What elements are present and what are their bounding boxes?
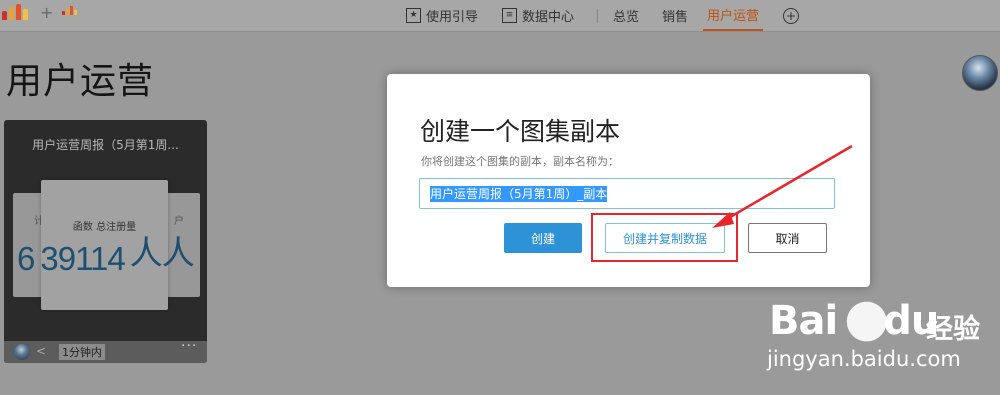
nav-data-center[interactable]: ≡ 数据中心: [502, 0, 574, 31]
document-icon: ≡: [502, 8, 517, 23]
metric-value-main: 39114: [40, 240, 125, 277]
owner-avatar: [14, 344, 30, 360]
watermark-url: jingyan.baidu.com: [767, 347, 961, 371]
page-title: 用户运营: [6, 61, 155, 102]
dialog-title: 创建一个图集副本: [420, 117, 621, 146]
copy-name-value: 用户运营周报（5月第1周）_副本: [430, 186, 608, 202]
widget-label: 函数 总注册量: [72, 222, 137, 233]
top-bar: + ★ 使用引导 ≡ 数据中心 总览 销售 用户运营 +: [0, 0, 1000, 32]
nav-data-center-label: 数据中心: [522, 10, 575, 25]
updated-time: 1分钟内: [59, 344, 105, 360]
tab-user-ops-label: 用户运营: [707, 9, 760, 24]
widget-side-label-right: 户: [174, 216, 184, 227]
add-tab-button[interactable]: +: [783, 0, 799, 31]
plus-icon[interactable]: +: [40, 3, 53, 22]
tab-user-ops[interactable]: 用户运营: [703, 0, 764, 31]
nav-divider: [597, 0, 598, 31]
dialog-description: 你将创建这个图集的副本，副本名称为：: [421, 155, 619, 168]
card-footer: < 1分钟内 ···: [4, 338, 207, 363]
tab-overview-label: 总览: [613, 10, 640, 25]
metric-unit: 人人: [129, 234, 195, 271]
create-button[interactable]: 创建: [504, 223, 582, 253]
metric-value: 6 39114 人人: [17, 232, 195, 280]
tab-sales-label: 销售: [662, 10, 689, 25]
user-avatar[interactable]: [962, 55, 998, 91]
watermark-suffix: 经验: [926, 314, 980, 345]
dashboard-card[interactable]: 用户运营周报（5月第1周... 计 户 函数 总注册量 6 39114 人人 < 1…: [4, 120, 207, 363]
tab-overview[interactable]: 总览: [613, 0, 639, 31]
tab-sales[interactable]: 销售: [662, 0, 688, 31]
card-title: 用户运营周报（5月第1周...: [32, 138, 179, 152]
baidu-jingyan-watermark: Bai du ● 经验 jingyan.baidu.com: [760, 288, 1000, 395]
more-icon[interactable]: ···: [181, 338, 197, 354]
bar-chart-logo-icon[interactable]: [2, 4, 28, 20]
metric-value-prefix: 6: [17, 240, 35, 277]
nav-guide[interactable]: ★ 使用引导: [406, 0, 478, 31]
star-icon: ★: [406, 8, 421, 23]
mini-chart-icon[interactable]: [62, 6, 77, 15]
nav-guide-label: 使用引导: [426, 10, 479, 25]
paw-logo-icon: ●: [844, 288, 890, 348]
plus-circle-icon: +: [783, 7, 799, 24]
share-icon[interactable]: <: [36, 344, 46, 358]
annotation-arrow: [712, 144, 853, 228]
